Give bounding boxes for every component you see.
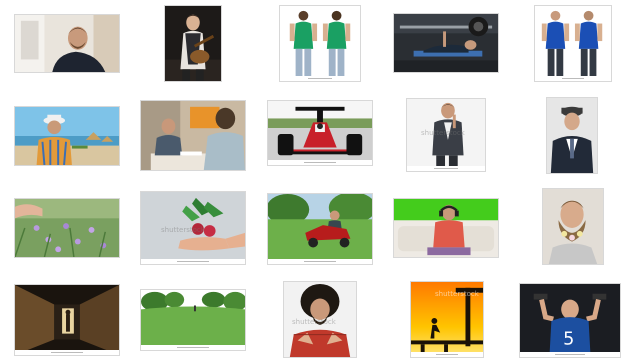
result-image	[284, 282, 356, 357]
result-tile-man-afro-hands[interactable]: shutterstock	[283, 281, 357, 358]
caption-bar	[411, 352, 483, 357]
result-tile-man-green-screen-sofa[interactable]	[393, 198, 499, 258]
caption-bar	[280, 76, 360, 81]
result-tile-man-beard-flowers[interactable]	[542, 188, 604, 265]
caption-bar	[268, 259, 372, 264]
caption-bar	[268, 160, 372, 165]
result-tile-dark-tunnel[interactable]	[14, 284, 120, 356]
result-tile-formula-one-car[interactable]	[267, 100, 373, 166]
result-tile-green-tshirt-front-back[interactable]	[279, 5, 361, 82]
result-image	[543, 189, 603, 264]
result-image	[535, 6, 611, 81]
result-image	[268, 194, 372, 264]
result-image	[547, 98, 597, 173]
result-image	[268, 101, 372, 165]
result-image	[394, 199, 498, 257]
result-image	[15, 15, 119, 72]
caption-bar	[141, 259, 245, 264]
result-image	[15, 199, 119, 257]
result-tile-man-suit-pointing[interactable]: shutterstock	[406, 98, 486, 172]
result-image	[141, 101, 245, 170]
result-tile-business-meeting[interactable]	[140, 100, 246, 171]
caption-bar	[535, 76, 611, 81]
result-image	[394, 14, 498, 72]
result-image	[15, 107, 119, 165]
result-tile-green-field-trees[interactable]	[140, 289, 246, 351]
result-image	[141, 192, 245, 264]
caption-bar	[15, 350, 119, 355]
result-tile-hand-radishes[interactable]: shutterstock	[140, 191, 246, 265]
result-tile-man-white-hat-beach[interactable]	[14, 106, 120, 166]
result-tile-blue-tshirt-front-back[interactable]	[534, 5, 612, 82]
result-image	[15, 285, 119, 355]
svg-text:5: 5	[563, 329, 574, 349]
result-image	[407, 99, 485, 171]
result-image	[280, 6, 360, 81]
result-image	[141, 290, 245, 350]
result-tile-hand-wildflowers[interactable]	[14, 198, 120, 258]
result-tile-man-lawn-mower[interactable]	[267, 193, 373, 265]
result-tile-man-beard-office[interactable]	[14, 14, 120, 73]
caption-bar	[141, 345, 245, 350]
caption-bar	[407, 166, 485, 171]
result-tile-man-flat-cap-suit[interactable]	[546, 97, 598, 174]
caption-bar	[520, 352, 620, 357]
result-tile-muscle-man-dumbbells[interactable]: 5	[519, 283, 621, 358]
result-tile-guitarist-stage[interactable]	[164, 5, 222, 82]
result-image	[411, 282, 483, 357]
result-image	[165, 6, 221, 81]
result-image: 5	[520, 284, 620, 357]
result-tile-man-bench-press[interactable]	[393, 13, 499, 73]
result-tile-sunset-silhouette[interactable]: shutterstock	[410, 281, 484, 358]
